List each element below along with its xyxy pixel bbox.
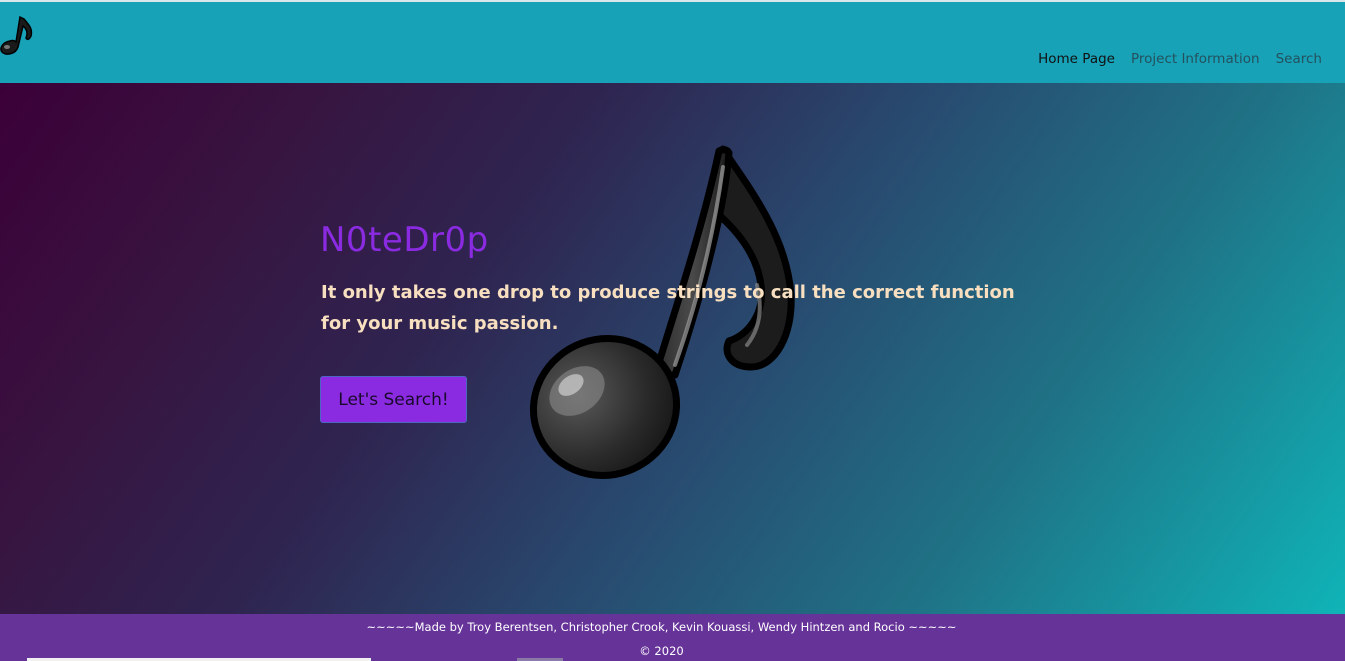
nav-project-information[interactable]: Project Information bbox=[1131, 51, 1260, 67]
nav-search[interactable]: Search bbox=[1276, 51, 1322, 67]
site-title: N0teDr0p bbox=[320, 220, 489, 260]
music-note-icon[interactable] bbox=[0, 14, 36, 56]
footer-copyright: © 2020 bbox=[639, 644, 684, 658]
nav-home-page[interactable]: Home Page bbox=[1038, 51, 1115, 67]
hero-tagline: It only takes one drop to produce string… bbox=[321, 282, 1015, 334]
hero-section: N0teDr0p It only takes one drop to produ… bbox=[0, 83, 1345, 614]
lets-search-button[interactable]: Let's Search! bbox=[320, 376, 467, 423]
navbar: Home Page Project Information Search bbox=[0, 2, 1345, 83]
footer-credits: ~~~~~Made by Troy Berentsen, Christopher… bbox=[366, 620, 957, 634]
footer: ~~~~~Made by Troy Berentsen, Christopher… bbox=[0, 614, 1345, 661]
nav-links: Home Page Project Information Search bbox=[1038, 51, 1322, 67]
